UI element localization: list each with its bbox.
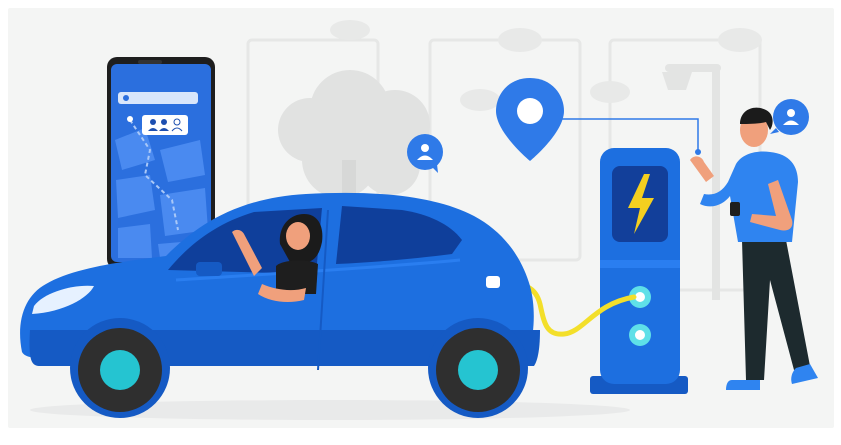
car-wheel-front xyxy=(70,318,170,418)
charging-station xyxy=(590,148,688,394)
ev-charging-illustration xyxy=(0,0,841,445)
car-wheel-rear xyxy=(428,318,528,418)
illustration-canvas xyxy=(8,8,834,428)
shoe-left xyxy=(726,380,760,390)
phone-pin-icon xyxy=(123,95,129,101)
group-icon xyxy=(142,115,188,135)
phone-search-bar xyxy=(118,92,198,104)
